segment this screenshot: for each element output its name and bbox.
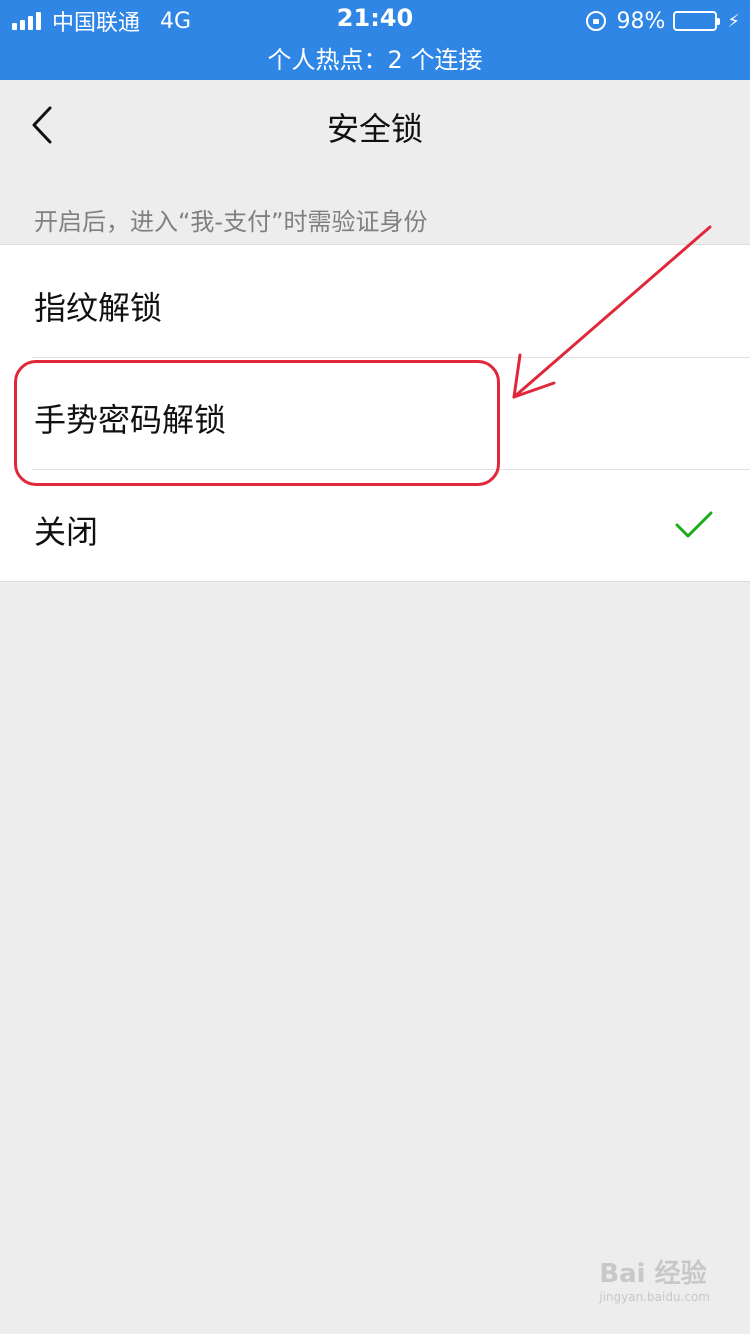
charging-icon: ⚡ bbox=[727, 10, 740, 32]
status-right: 98% ⚡ bbox=[586, 6, 740, 36]
option-fingerprint-unlock[interactable]: 指纹解锁 bbox=[0, 245, 750, 357]
lock-options-list: 指纹解锁 手势密码解锁 关闭 bbox=[0, 244, 750, 582]
section-description: 开启后，进入“我-支付”时需验证身份 bbox=[34, 208, 428, 236]
page-title: 安全锁 bbox=[326, 110, 423, 148]
option-gesture-unlock[interactable]: 手势密码解锁 bbox=[0, 357, 750, 469]
nav-bar: 安全锁 bbox=[0, 80, 750, 170]
battery-icon bbox=[673, 11, 721, 31]
option-label: 关闭 bbox=[34, 513, 99, 551]
screen: 中国联通 4G 21:40 98% ⚡ 个人热点：2 个连接 安全锁 开启后，进… bbox=[0, 0, 750, 1334]
battery-percent: 98% bbox=[616, 8, 666, 34]
status-bar: 中国联通 4G 21:40 98% ⚡ 个人热点：2 个连接 bbox=[0, 0, 750, 80]
checkmark-icon bbox=[675, 511, 713, 538]
watermark-logo: Bai 经验 bbox=[599, 1259, 707, 1289]
rotation-lock-icon bbox=[586, 11, 607, 31]
watermark-url: jingyan.baidu.com bbox=[599, 1290, 710, 1304]
watermark: Bai 经验 jingyan.baidu.com bbox=[599, 1253, 710, 1304]
hotspot-banner[interactable]: 个人热点：2 个连接 bbox=[0, 40, 750, 75]
option-label: 指纹解锁 bbox=[34, 289, 163, 327]
option-label: 手势密码解锁 bbox=[34, 401, 227, 439]
option-off[interactable]: 关闭 bbox=[0, 469, 750, 581]
